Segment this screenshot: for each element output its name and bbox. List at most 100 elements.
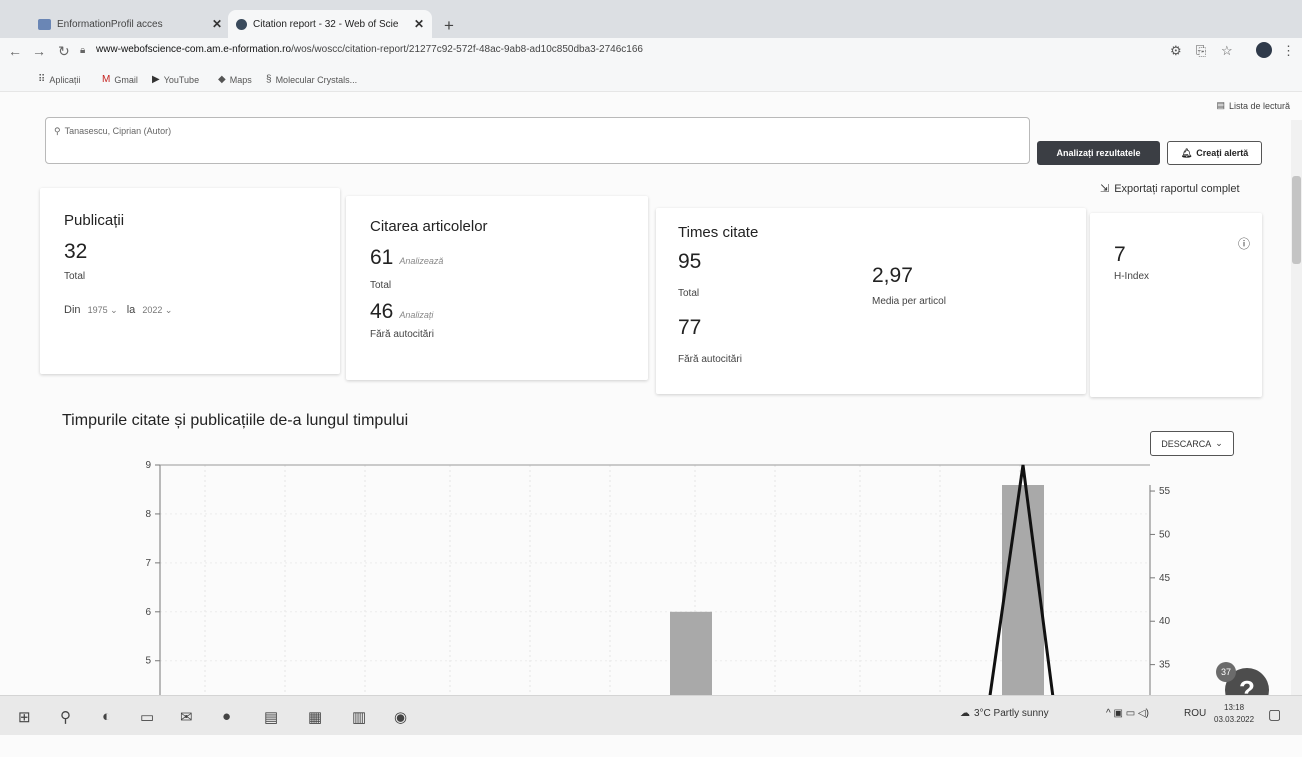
export-full-report-link[interactable]: ⇲ Exportați raportul complet: [1100, 182, 1240, 195]
input-language[interactable]: ROU: [1184, 708, 1206, 719]
url-field[interactable]: www-webofscience-com.am.e-nformation.ro/…: [96, 44, 643, 55]
notes-icon[interactable]: ▥: [352, 708, 366, 726]
h-index-value: 7: [1114, 243, 1126, 266]
chevron-down-icon: ⌄: [1215, 438, 1223, 448]
document-icon[interactable]: ▤: [264, 708, 278, 726]
citing-total-label: Total: [370, 280, 392, 291]
notifications-icon[interactable]: ▢: [1268, 706, 1281, 723]
average-per-article: 2,97: [872, 264, 913, 287]
y-right-tick-label: 35: [1159, 660, 1171, 671]
clock[interactable]: 13:18 03.03.2022: [1214, 702, 1254, 726]
scrollbar-thumb[interactable]: [1292, 176, 1301, 264]
bookmarks-bar: ⠿ Aplicații M Gmail ▶ YouTube ◆ Maps § Molecu…: [0, 65, 1302, 92]
card-title: Times citate: [678, 224, 759, 241]
card-title: Citarea articolelor: [370, 218, 488, 235]
citing-noself-label: Fără autocitări: [370, 329, 434, 340]
bookmark-youtube[interactable]: ▶ YouTube: [152, 74, 199, 85]
to-year-dropdown[interactable]: 2022 ⌄: [142, 305, 172, 315]
average-per-article-label: Media per articol: [872, 296, 946, 307]
analyze-citing-link[interactable]: Analizează: [399, 256, 443, 266]
publications-count: 32: [64, 240, 88, 263]
translate-icon[interactable]: ⚙: [1170, 43, 1182, 59]
tab-information-profile[interactable]: EnformationProfil acces ✕: [30, 10, 230, 38]
y-right-tick-label: 55: [1159, 486, 1171, 497]
back-arrow-icon[interactable]: ←: [8, 43, 22, 59]
citing-total-count: 61: [370, 246, 394, 269]
citing-noself-row: 46 Analizați: [370, 300, 433, 324]
reading-list[interactable]: ▤ Lista de lectură: [1216, 100, 1290, 111]
search-icon[interactable]: ⚲: [60, 708, 71, 726]
close-icon[interactable]: ✕: [414, 17, 424, 31]
create-alert-button[interactable]: 🔔︎ Creați alertă: [1167, 141, 1262, 165]
h-index-label: H-Index: [1114, 271, 1150, 282]
export-icon: ⇲: [1100, 183, 1110, 195]
share-icon[interactable]: ⎘: [1196, 43, 1206, 59]
new-tab-button[interactable]: +: [444, 16, 454, 36]
monitor-icon: [38, 18, 51, 30]
profile-avatar[interactable]: [1256, 42, 1272, 61]
bell-icon: 🔔︎: [1180, 147, 1193, 158]
media-icon[interactable]: ●: [222, 708, 231, 725]
help-notification-badge: 37: [1216, 662, 1236, 682]
system-tray-icons[interactable]: ^ ▣ ▭ ◁): [1106, 708, 1149, 719]
y-left-tick-label: 5: [145, 656, 151, 667]
h-index-card: 7 H-Index ⓘ: [1090, 213, 1262, 397]
times-cited-total: 95: [678, 250, 702, 273]
menu-icon[interactable]: ⋮: [1282, 43, 1295, 59]
publications-total-label: Total: [64, 271, 86, 282]
download-button[interactable]: DESCARCA ⌄: [1150, 431, 1234, 456]
tab-label: Citation report - 32 - Web of Scie: [253, 18, 399, 30]
user-icon: ⚲: [54, 126, 61, 136]
maps-icon: ◆: [218, 74, 226, 85]
analyze-results-button[interactable]: Analizați rezultatele: [1037, 141, 1160, 165]
web-of-science-icon: [236, 18, 247, 30]
lock-icon: 🔒︎: [80, 45, 86, 56]
windows-start-icon[interactable]: ⊞: [18, 708, 31, 726]
file-explorer-icon[interactable]: ▭: [140, 708, 154, 726]
word-icon[interactable]: ▦: [308, 708, 322, 726]
bookmark-maps[interactable]: ◆ Maps: [218, 74, 252, 85]
from-year-dropdown[interactable]: 1975 ⌄: [88, 305, 118, 315]
bookmark-molecular-crystals[interactable]: § Molecular Crystals...: [266, 74, 357, 85]
mail-icon[interactable]: ✉: [180, 708, 193, 726]
search-query-box[interactable]: ⚲ Tanasescu, Ciprian (Autor): [45, 117, 1030, 164]
times-cited-card: Times citate 95 Total 2,97 Media per art…: [656, 208, 1086, 394]
card-title: Publicații: [64, 212, 125, 229]
chart-title: Timpurile citate și publicațiile de-a lu…: [62, 412, 409, 429]
y-left-tick-label: 9: [145, 460, 151, 471]
publications-card: Publicații 32 Total Din 1975 ⌄ la 2022 ⌄: [40, 188, 340, 374]
info-icon[interactable]: ⓘ: [1238, 235, 1250, 252]
edge-icon[interactable]: ◐: [102, 708, 111, 725]
address-bar: ← → ↻ 🔒︎ www-webofscience-com.am.e-nform…: [0, 38, 1302, 65]
browser-tab-strip: EnformationProfil acces ✕ Citation repor…: [0, 0, 1302, 38]
bookmark-icon: §: [266, 74, 272, 85]
reload-icon[interactable]: ↻: [58, 43, 70, 60]
close-icon[interactable]: ✕: [212, 17, 222, 31]
publication-bar: [670, 611, 712, 695]
bookmark-apps[interactable]: ⠿ Aplicații: [38, 74, 80, 85]
y-right-tick-label: 40: [1159, 616, 1171, 627]
apps-grid-icon: ⠿: [38, 74, 46, 85]
times-cited-noself-label: Fără autocitări: [678, 354, 742, 365]
y-right-tick-label: 45: [1159, 573, 1171, 584]
citations-publications-chart: 987655550454035: [145, 460, 1171, 695]
y-left-tick-label: 8: [145, 509, 151, 520]
citing-articles-card: Citarea articolelor 61 Analizează Total …: [346, 196, 648, 380]
y-left-tick-label: 6: [145, 607, 151, 618]
bookmark-gmail[interactable]: M Gmail: [102, 74, 138, 85]
gmail-icon: M: [102, 74, 111, 85]
tab-label: EnformationProfil acces: [57, 18, 163, 30]
analyze-noself-link[interactable]: Analizați: [399, 310, 433, 320]
year-range: Din 1975 ⌄ la 2022 ⌄: [64, 304, 173, 316]
chrome-icon[interactable]: ◉: [394, 708, 407, 726]
y-right-tick-label: 50: [1159, 529, 1171, 540]
star-icon[interactable]: ☆: [1221, 43, 1233, 59]
tab-citation-report[interactable]: Citation report - 32 - Web of Scie ✕: [228, 10, 432, 38]
y-left-tick-label: 7: [145, 558, 151, 569]
youtube-icon: ▶: [152, 74, 160, 85]
forward-arrow-icon[interactable]: →: [32, 43, 46, 59]
reading-list-icon: ▤: [1216, 100, 1225, 110]
weather-widget[interactable]: ☁ 3°C Partly sunny: [960, 708, 1049, 719]
citing-noself-count: 46: [370, 300, 394, 323]
weather-icon: ☁: [960, 708, 970, 719]
